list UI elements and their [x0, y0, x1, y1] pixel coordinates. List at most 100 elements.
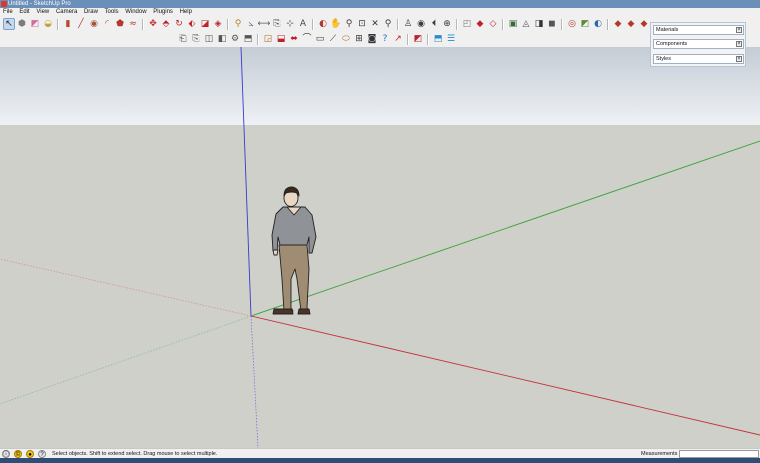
interact-icon[interactable]: ↗	[392, 33, 404, 45]
menu-edit[interactable]: Edit	[19, 9, 29, 15]
menu-draw[interactable]: Draw	[84, 9, 98, 15]
default-tray: Materials × Components × Styles ×	[650, 22, 746, 67]
close-icon[interactable]: ×	[736, 41, 742, 47]
green-axis	[250, 140, 760, 317]
polygon-icon[interactable]: ⬟	[114, 18, 126, 30]
xray-icon[interactable]: ▣	[507, 18, 519, 30]
zoom-icon[interactable]: ⚲	[343, 18, 355, 30]
get-models-icon[interactable]: ◰	[461, 18, 473, 30]
back-view-icon[interactable]: ⎘	[190, 33, 202, 45]
tray-panel-styles[interactable]: Styles ×	[653, 54, 744, 64]
look-around-icon[interactable]: ◉	[415, 18, 427, 30]
walk-icon[interactable]: ⏴	[428, 18, 440, 30]
add-location-icon[interactable]: ◎	[566, 18, 578, 30]
menu-plugins[interactable]: Plugins	[153, 9, 173, 15]
paint-bucket-icon[interactable]: ◒	[42, 18, 54, 30]
wireframe-icon[interactable]: ◬	[520, 18, 532, 30]
toolbar-separator	[142, 18, 144, 30]
text-icon[interactable]: ⎘	[271, 18, 283, 30]
dynamic-component-icon[interactable]: ⬭	[340, 33, 352, 45]
freehand-icon[interactable]: ≈	[127, 18, 139, 30]
menu-file[interactable]: File	[3, 9, 13, 15]
right-view-icon[interactable]: ◧	[216, 33, 228, 45]
select-icon[interactable]: ↖	[3, 18, 15, 30]
section-plane-icon[interactable]: ⊕	[441, 18, 453, 30]
close-icon[interactable]: ×	[736, 56, 742, 62]
toolbar-separator	[227, 18, 229, 30]
credits-icon[interactable]: ©	[14, 450, 22, 458]
position-camera-icon[interactable]: ♙	[402, 18, 414, 30]
menu-help[interactable]: Help	[180, 9, 192, 15]
menu-view[interactable]: View	[36, 9, 49, 15]
help-icon[interactable]: ?	[379, 33, 391, 45]
window-title: Untitled - SketchUp Pro	[8, 1, 71, 7]
move-icon[interactable]: ✥	[147, 18, 159, 30]
solid-tools-icon[interactable]: ⊞	[353, 33, 365, 45]
generate-report-icon[interactable]: ◆	[638, 18, 650, 30]
tape-measure-icon[interactable]: ⚲	[232, 18, 244, 30]
sandbox-flip-edge-icon[interactable]: ⟋	[327, 33, 339, 45]
rectangle-icon[interactable]: ▮	[62, 18, 74, 30]
toolbar-separator	[407, 33, 409, 45]
scenes-icon[interactable]: ⬒	[432, 33, 444, 45]
toolbar-separator	[257, 33, 259, 45]
user-icon[interactable]: ●	[26, 450, 34, 458]
share-component-icon[interactable]: ◇	[487, 18, 499, 30]
orbit-icon[interactable]: ◐	[317, 18, 329, 30]
menu-tools[interactable]: Tools	[105, 9, 119, 15]
top-view-icon[interactable]: ◫	[203, 33, 215, 45]
arc-icon[interactable]: ◜	[101, 18, 113, 30]
components-label: Components	[656, 41, 688, 47]
sandbox-add-detail-icon[interactable]: ▭	[314, 33, 326, 45]
instructor-icon[interactable]: ?	[38, 450, 46, 458]
sandbox-from-contours-icon[interactable]: ◲	[262, 33, 274, 45]
layers-icon[interactable]: ◩	[412, 33, 424, 45]
zoom-window-icon[interactable]: ⊡	[356, 18, 368, 30]
component-options-icon[interactable]: ◆	[612, 18, 624, 30]
rotate-icon[interactable]: ↻	[173, 18, 185, 30]
sandbox-smoove-icon[interactable]: ⬌	[288, 33, 300, 45]
intersect-icon[interactable]: ◙	[366, 33, 378, 45]
left-view-icon[interactable]: ⚙	[229, 33, 241, 45]
line-icon[interactable]: ╱	[75, 18, 87, 30]
front-view-icon[interactable]: ⎗	[177, 33, 189, 45]
follow-me-icon[interactable]: ⬖	[186, 18, 198, 30]
scale-icon[interactable]: ◪	[199, 18, 211, 30]
push-pull-icon[interactable]: ⬘	[160, 18, 172, 30]
iso-view-icon[interactable]: ⬒	[242, 33, 254, 45]
title-bar: Untitled - SketchUp Pro	[0, 0, 760, 8]
figure-shoes	[272, 308, 311, 315]
styles-label: Styles	[656, 56, 671, 62]
photo-textures-icon[interactable]: ◐	[592, 18, 604, 30]
3d-text-icon[interactable]: A	[297, 18, 309, 30]
previous-view-icon[interactable]: ⚲	[382, 18, 394, 30]
menu-window[interactable]: Window	[125, 9, 146, 15]
outliner-icon[interactable]: ☰	[445, 33, 457, 45]
menu-camera[interactable]: Camera	[56, 9, 77, 15]
close-icon[interactable]: ×	[736, 27, 742, 33]
circle-icon[interactable]: ◉	[88, 18, 100, 30]
model-viewport[interactable]	[0, 47, 760, 448]
share-model-icon[interactable]: ◆	[474, 18, 486, 30]
offset-icon[interactable]: ◈	[212, 18, 224, 30]
materials-label: Materials	[656, 27, 679, 33]
axes-icon[interactable]: ⊹	[284, 18, 296, 30]
shaded-icon[interactable]: ◼	[546, 18, 558, 30]
measurements-input[interactable]	[679, 450, 759, 458]
zoom-extents-icon[interactable]: ✕	[369, 18, 381, 30]
protractor-icon[interactable]: ⦣	[245, 18, 257, 30]
dimensions-icon[interactable]: ⟷	[258, 18, 271, 30]
toggle-terrain-icon[interactable]: ◩	[579, 18, 591, 30]
hidden-line-icon[interactable]: ◨	[533, 18, 545, 30]
geo-location-icon[interactable]: ⓘ	[2, 450, 10, 458]
component-attributes-icon[interactable]: ◆	[625, 18, 637, 30]
eraser-icon[interactable]: ◩	[29, 18, 41, 30]
make-component-icon[interactable]: ⬢	[16, 18, 28, 30]
toolbar-separator	[456, 18, 458, 30]
pan-icon[interactable]: ✋	[330, 18, 342, 30]
tray-panel-materials[interactable]: Materials ×	[653, 25, 744, 35]
sandbox-drape-icon[interactable]: ⌒	[301, 33, 313, 45]
sandbox-stamp-icon[interactable]: ⬓	[275, 33, 287, 45]
tray-panel-components[interactable]: Components ×	[653, 39, 744, 49]
figure-hand-left	[272, 249, 279, 256]
